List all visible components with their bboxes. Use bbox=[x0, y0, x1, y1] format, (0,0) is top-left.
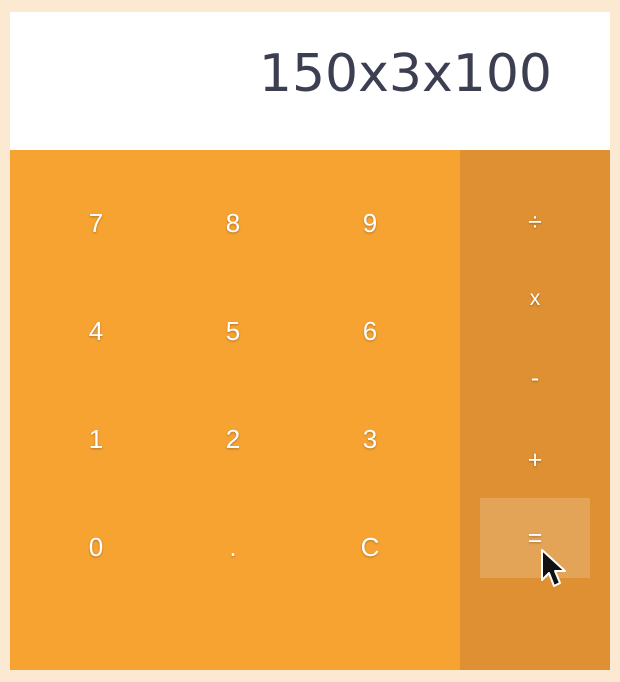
operator-label: - bbox=[530, 363, 540, 392]
calculator: 150x3x100 7 8 9 4 5 6 1 2 3 0 . C ÷ x - … bbox=[10, 12, 610, 670]
key-clear[interactable]: C bbox=[315, 507, 425, 587]
display-expression: 150x3x100 bbox=[258, 44, 552, 104]
key-label: 8 bbox=[225, 208, 241, 238]
key-label: 0 bbox=[88, 532, 104, 562]
key-2[interactable]: 2 bbox=[178, 399, 288, 479]
key-label: 2 bbox=[225, 424, 241, 454]
operator-keypad: ÷ x - + = bbox=[460, 150, 610, 670]
key-decimal[interactable]: . bbox=[178, 507, 288, 587]
key-label: 9 bbox=[362, 208, 378, 238]
key-label: 3 bbox=[362, 424, 378, 454]
digit-keypad: 7 8 9 4 5 6 1 2 3 0 . C bbox=[10, 150, 460, 670]
key-label: 4 bbox=[88, 316, 104, 346]
key-label: . bbox=[229, 532, 237, 562]
operator-label: + bbox=[527, 445, 543, 474]
key-label: C bbox=[360, 532, 380, 562]
key-8[interactable]: 8 bbox=[178, 183, 288, 263]
operator-label: = bbox=[527, 523, 543, 552]
key-label: 5 bbox=[225, 316, 241, 346]
add-button[interactable]: + bbox=[480, 430, 590, 490]
key-4[interactable]: 4 bbox=[41, 291, 151, 371]
key-5[interactable]: 5 bbox=[178, 291, 288, 371]
operator-label: ÷ bbox=[528, 207, 542, 236]
key-label: 7 bbox=[88, 208, 104, 238]
equals-button[interactable]: = bbox=[480, 498, 590, 578]
divide-button[interactable]: ÷ bbox=[480, 192, 590, 252]
calculator-display: 150x3x100 bbox=[10, 12, 610, 150]
multiply-button[interactable]: x bbox=[480, 268, 590, 328]
key-7[interactable]: 7 bbox=[41, 183, 151, 263]
key-label: 6 bbox=[362, 316, 378, 346]
key-9[interactable]: 9 bbox=[315, 183, 425, 263]
key-6[interactable]: 6 bbox=[315, 291, 425, 371]
operator-label: x bbox=[529, 286, 541, 310]
key-1[interactable]: 1 bbox=[41, 399, 151, 479]
subtract-button[interactable]: - bbox=[480, 348, 590, 408]
key-label: 1 bbox=[88, 424, 104, 454]
key-3[interactable]: 3 bbox=[315, 399, 425, 479]
key-0[interactable]: 0 bbox=[41, 507, 151, 587]
